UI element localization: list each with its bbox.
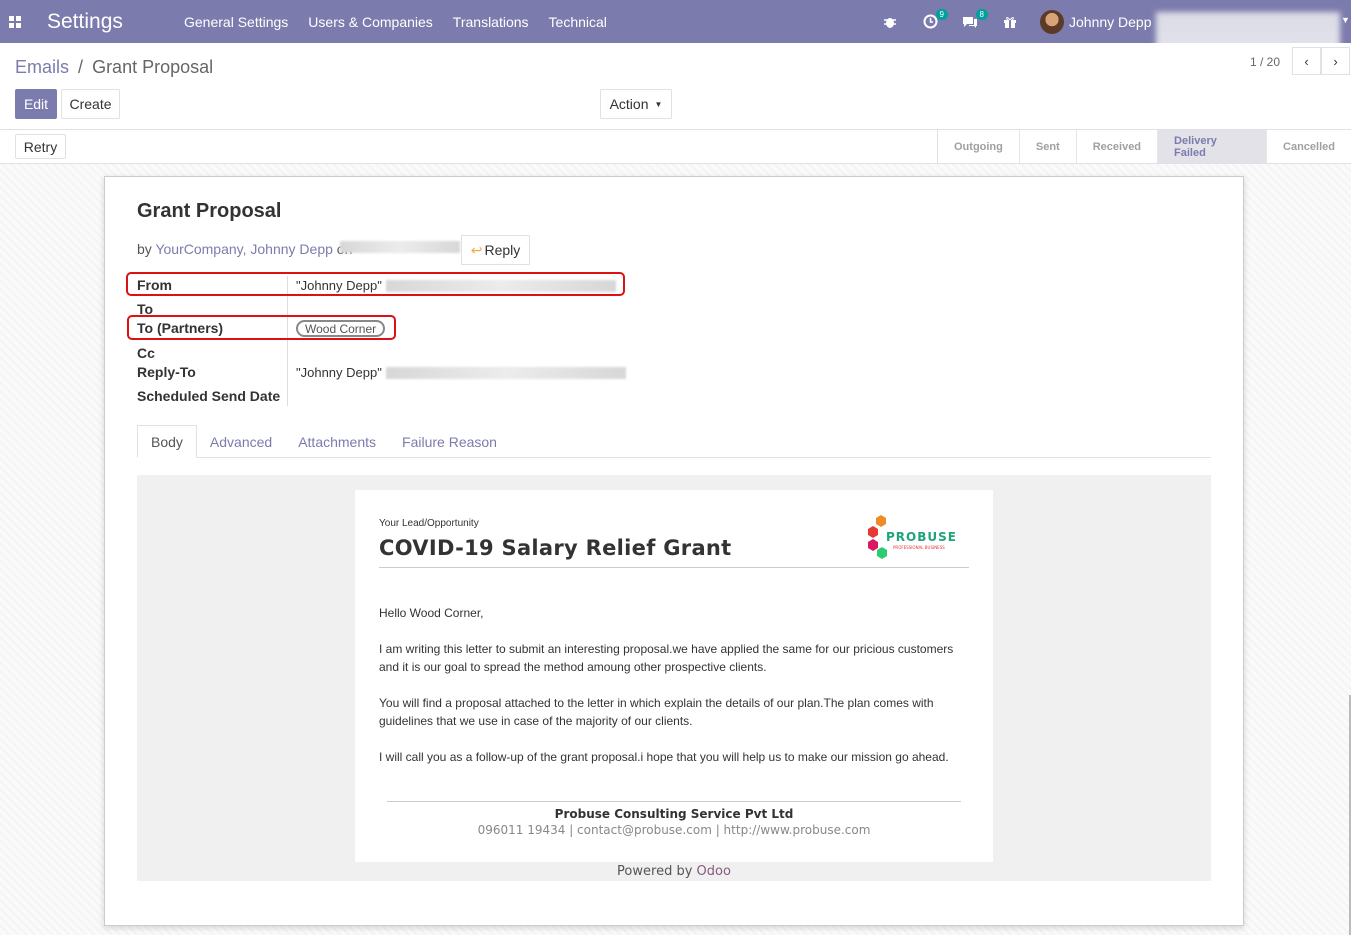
probuse-logo: PROBUSE PROFESSIONAL BUSINESS xyxy=(863,514,963,562)
action-label: Action xyxy=(609,96,649,112)
message-count-badge: 8 xyxy=(975,8,988,20)
highlight-to-partners xyxy=(127,315,396,340)
reply-to-value: "Johnny Depp" xyxy=(296,365,382,380)
pager-value[interactable]: 1 / 20 xyxy=(1250,55,1280,69)
breadcrumb-current: Grant Proposal xyxy=(92,57,214,77)
reply-button[interactable]: ↩ Reply xyxy=(461,235,530,265)
logo-text: PROBUSE xyxy=(886,530,957,544)
main-menu: General Settings Users & Companies Trans… xyxy=(184,14,627,30)
mail-title: COVID-19 Salary Relief Grant xyxy=(379,536,732,560)
breadcrumb: Emails / Grant Proposal xyxy=(15,57,213,78)
message-byline: by YourCompany, Johnny Depp on xyxy=(137,241,352,257)
mail-greeting: Hello Wood Corner, xyxy=(379,606,484,620)
reply-label: Reply xyxy=(484,242,521,258)
footer-contact: 096011 19434 | contact@probuse.com | htt… xyxy=(477,823,871,837)
odoo-link[interactable]: Odoo xyxy=(697,864,731,879)
pager-previous-icon[interactable]: ‹ xyxy=(1292,47,1321,75)
stage-cancelled[interactable]: Cancelled xyxy=(1266,130,1351,163)
stage-delivery-failed[interactable]: Delivery Failed xyxy=(1157,130,1267,163)
action-dropdown[interactable]: Action ▼ xyxy=(600,89,672,119)
tab-body[interactable]: Body xyxy=(137,425,197,458)
footer-company: Probuse Consulting Service Pvt Ltd xyxy=(554,807,794,821)
menu-users-companies[interactable]: Users & Companies xyxy=(308,14,433,30)
stage-outgoing[interactable]: Outgoing xyxy=(938,130,1019,163)
user-name[interactable]: Johnny Depp xyxy=(1069,14,1152,30)
menu-general-settings[interactable]: General Settings xyxy=(184,14,288,30)
stage-pipeline: Outgoing Sent Received Delivery Failed C… xyxy=(937,130,1351,163)
tab-failure-reason[interactable]: Failure Reason xyxy=(389,425,510,458)
activity-count-badge: 9 xyxy=(935,8,948,20)
breadcrumb-separator: / xyxy=(78,57,84,77)
reply-to-label: Reply-To xyxy=(137,364,196,380)
menu-technical[interactable]: Technical xyxy=(549,14,607,30)
powered-by: Powered by Odoo xyxy=(355,864,993,879)
chevron-down-icon[interactable]: ▼ xyxy=(1341,15,1350,25)
byline-by: by xyxy=(137,241,152,257)
powered-by-label: Powered by xyxy=(617,864,693,879)
stage-received[interactable]: Received xyxy=(1075,130,1157,163)
gift-icon[interactable] xyxy=(1000,12,1020,32)
mail-paragraph-3: I will call you as a follow-up of the gr… xyxy=(379,750,949,764)
message-subject: Grant Proposal xyxy=(137,200,282,222)
pager-buttons: ‹ › xyxy=(1292,47,1350,75)
edit-button[interactable]: Edit xyxy=(15,89,57,119)
notebook-tabs: Body Advanced Attachments Failure Reason xyxy=(137,425,1211,458)
stage-sent[interactable]: Sent xyxy=(1018,130,1076,163)
create-button[interactable]: Create xyxy=(61,89,120,119)
apps-menu-icon[interactable] xyxy=(0,0,30,43)
pager-next-icon[interactable]: › xyxy=(1321,47,1350,75)
top-navbar: Settings General Settings Users & Compan… xyxy=(0,0,1351,43)
activity-clock-icon[interactable]: 9 xyxy=(920,8,948,32)
status-bar: Retry Outgoing Sent Received Delivery Fa… xyxy=(0,130,1351,164)
highlight-from xyxy=(126,272,625,296)
mail-footer-divider xyxy=(387,801,961,802)
menu-translations[interactable]: Translations xyxy=(453,14,529,30)
cc-label: Cc xyxy=(137,345,155,361)
breadcrumb-emails[interactable]: Emails xyxy=(15,57,69,77)
app-brand[interactable]: Settings xyxy=(47,10,167,34)
mail-paragraph-1: I am writing this letter to submit an in… xyxy=(379,642,954,674)
bug-icon[interactable] xyxy=(880,12,900,32)
redacted-reply-to-email xyxy=(386,367,626,379)
control-panel: Emails / Grant Proposal xyxy=(0,43,1351,130)
logo-subtext: PROFESSIONAL BUSINESS xyxy=(893,545,945,550)
retry-button[interactable]: Retry xyxy=(15,134,66,159)
redacted-date xyxy=(340,241,460,253)
mail-divider xyxy=(379,567,969,568)
byline-author[interactable]: YourCompany, Johnny Depp xyxy=(155,241,332,257)
tab-attachments[interactable]: Attachments xyxy=(285,425,389,458)
tab-advanced[interactable]: Advanced xyxy=(197,425,285,458)
reply-arrow-icon: ↩ xyxy=(470,241,483,258)
mail-subtitle: Your Lead/Opportunity xyxy=(379,518,479,529)
user-avatar[interactable] xyxy=(1040,9,1064,34)
caret-down-icon: ▼ xyxy=(654,99,663,109)
mail-paragraph-2: You will find a proposal attached to the… xyxy=(379,696,934,728)
systray: 9 8 Johnny Depp xyxy=(880,0,1152,43)
scheduled-send-date-label: Scheduled Send Date xyxy=(137,388,281,404)
messages-icon[interactable]: 8 xyxy=(960,8,988,32)
